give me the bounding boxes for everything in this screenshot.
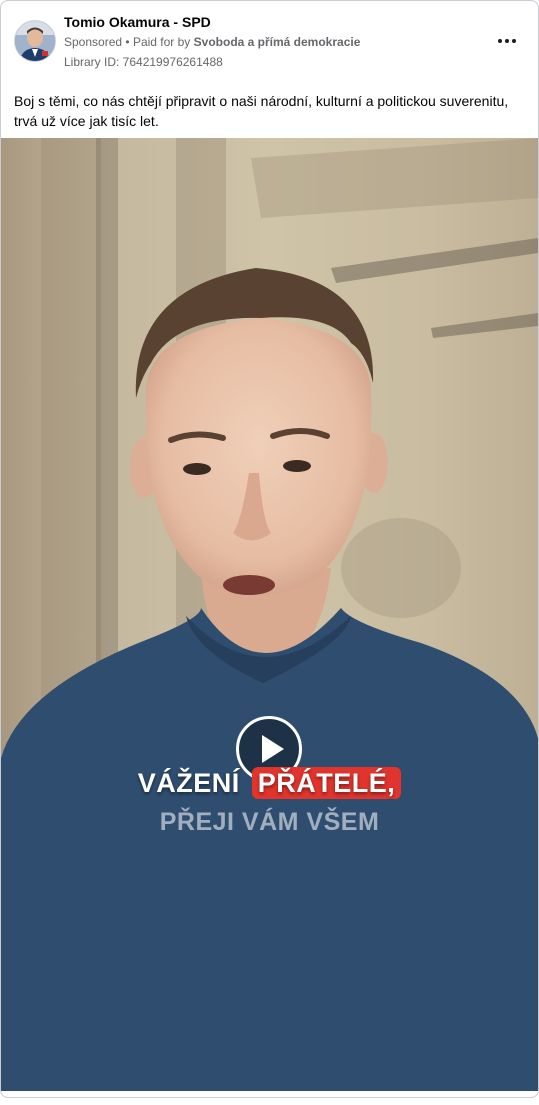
page-avatar[interactable] bbox=[14, 20, 56, 62]
ad-body-text: Boj s těmi, co nás chtějí připravit o na… bbox=[14, 93, 509, 129]
meta-separator: • bbox=[125, 35, 130, 49]
payer-name[interactable]: Svoboda a přímá demokracie bbox=[194, 35, 361, 49]
ad-card: Tomio Okamura - SPD Sponsored • Paid for… bbox=[0, 0, 539, 1098]
page-name[interactable]: Tomio Okamura - SPD bbox=[64, 14, 211, 30]
avatar-image bbox=[15, 21, 55, 61]
caption-highlight: PŘÁTELÉ, bbox=[251, 767, 402, 799]
sponsored-line: Sponsored • Paid for by Svoboda a přímá … bbox=[64, 35, 360, 49]
sponsored-label: Sponsored bbox=[64, 35, 123, 49]
video-caption-line1: VÁŽENÍ PŘÁTELÉ, bbox=[1, 767, 538, 799]
paid-for-label: Paid for by bbox=[132, 35, 191, 49]
library-id: Library ID: 764219976261488 bbox=[64, 55, 223, 69]
video-caption-line2: PŘEJI VÁM VŠEM bbox=[159, 808, 380, 836]
video-player[interactable]: VÁŽENÍ PŘÁTELÉ, PŘEJI VÁM VŠEM bbox=[1, 138, 538, 1091]
ad-header: Tomio Okamura - SPD Sponsored • Paid for… bbox=[1, 1, 538, 81]
video-frame bbox=[1, 138, 538, 1091]
caption-word: VÁŽENÍ bbox=[137, 768, 240, 798]
more-options-icon[interactable] bbox=[495, 29, 519, 53]
